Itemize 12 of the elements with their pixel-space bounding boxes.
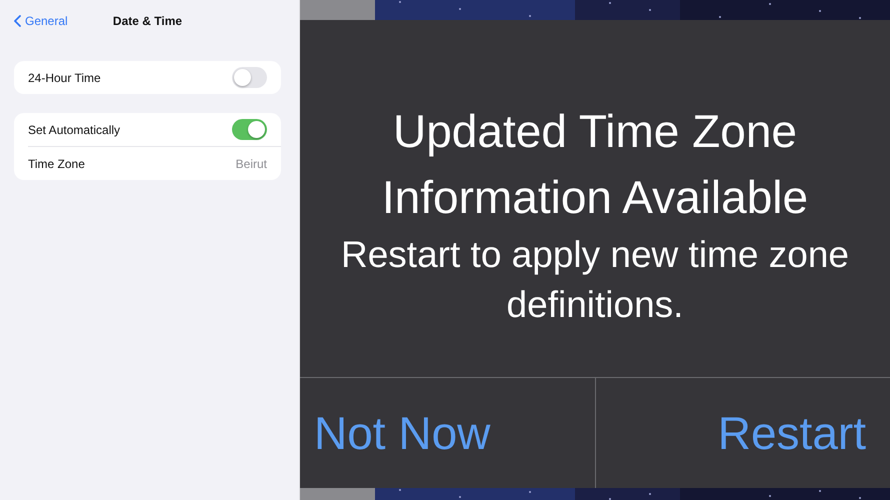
toggle-switch[interactable] <box>232 67 267 88</box>
setting-label: 24-Hour Time <box>28 70 101 84</box>
cancel-button[interactable]: Not Now <box>300 378 594 488</box>
page-title: Date & Time <box>112 14 182 28</box>
setting-value: Beirut <box>236 156 267 170</box>
setting-label: Time Zone <box>28 156 85 170</box>
alert-title: Updated Time Zone Information Available <box>380 104 810 225</box>
setting-label: Set Automatically <box>28 122 120 136</box>
toggle-switch[interactable] <box>232 119 267 140</box>
chevron-left-icon <box>14 15 21 27</box>
alert-message: Restart to apply new time zone definitions. <box>340 233 850 327</box>
back-button[interactable]: General <box>14 14 68 28</box>
